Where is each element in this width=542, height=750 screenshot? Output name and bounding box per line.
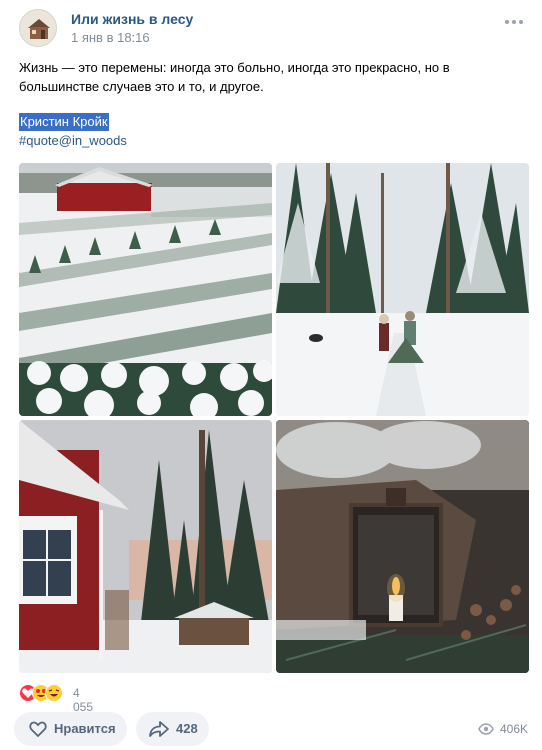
share-button[interactable]: 428 bbox=[136, 712, 209, 746]
photo-3[interactable] bbox=[19, 420, 272, 673]
photo-4[interactable] bbox=[276, 420, 529, 673]
group-avatar[interactable] bbox=[19, 9, 57, 47]
heart-outline-icon bbox=[29, 721, 47, 738]
more-options-icon[interactable] bbox=[504, 15, 524, 29]
quote-author: Кристин Кройк bbox=[19, 113, 109, 131]
hashtag-link[interactable]: #quote@in_woods bbox=[19, 132, 127, 150]
photo-2[interactable] bbox=[276, 163, 529, 416]
views-count: 406K bbox=[499, 722, 528, 736]
post-header: Или жизнь в лесу 1 янв в 18:16 bbox=[19, 9, 524, 49]
post-text: Жизнь — это перемены: иногда это больно,… bbox=[19, 60, 450, 94]
photo-1[interactable] bbox=[19, 163, 272, 416]
group-name[interactable]: Или жизнь в лесу bbox=[71, 11, 193, 27]
laughing-emoji-icon bbox=[45, 684, 63, 702]
like-label: Нравится bbox=[54, 721, 116, 736]
post-date[interactable]: 1 янв в 18:16 bbox=[71, 30, 150, 45]
share-count: 428 bbox=[176, 721, 198, 736]
reactions-count: 4 055 bbox=[73, 686, 94, 714]
post-card: Или жизнь в лесу 1 янв в 18:16 Жизнь — э… bbox=[0, 0, 542, 750]
views-counter: 406K bbox=[478, 721, 528, 737]
like-button[interactable]: Нравится bbox=[14, 712, 127, 746]
eye-icon bbox=[478, 723, 494, 735]
share-arrow-icon bbox=[149, 721, 169, 737]
